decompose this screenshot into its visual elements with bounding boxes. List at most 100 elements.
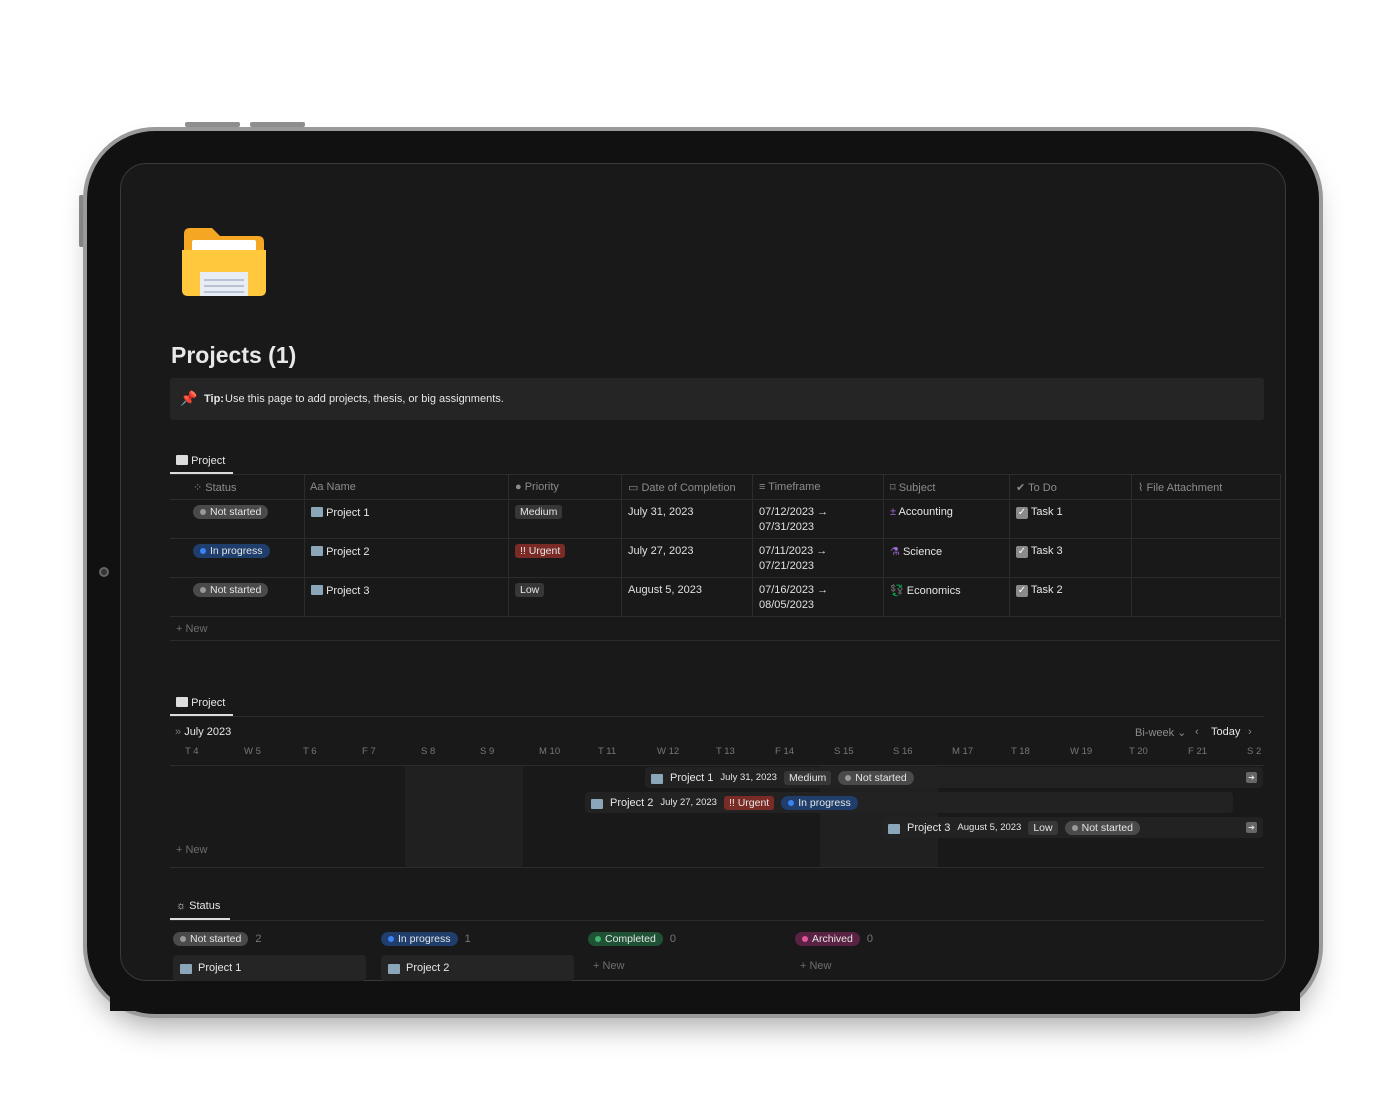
board-card[interactable]: Project 2 (381, 955, 574, 981)
status-badge[interactable]: In progress (193, 544, 270, 558)
table-row-name[interactable]: Project 1 (311, 506, 369, 519)
day-label: S 8 (421, 746, 436, 757)
scale-dropdown[interactable]: Bi-week ⌄ (1135, 726, 1186, 739)
weekend-shade (405, 765, 523, 867)
today-button[interactable]: Today (1211, 726, 1240, 738)
timeline-bar[interactable]: Project 2 July 27, 2023!! Urgent In progre… (585, 792, 1233, 813)
folder-icon (311, 507, 323, 517)
column-header-todo[interactable]: ✔ To Do (1016, 481, 1057, 494)
folder-icon (180, 964, 192, 974)
new-timeline-item-button[interactable]: + New (176, 844, 208, 856)
day-label: W 12 (657, 746, 680, 757)
pushpin-icon: 📌 (180, 390, 198, 406)
folder-icon (311, 546, 323, 556)
day-label: S 16 (893, 746, 913, 757)
todo-link[interactable]: ✓ Task 3 (1016, 545, 1063, 558)
checkbox-icon: ✓ (1016, 546, 1028, 558)
checkbox-icon: ✓ (1016, 507, 1028, 519)
day-label: F 21 (1188, 746, 1208, 757)
status-icon: ☼ (176, 900, 187, 912)
timeframe-end: 07/31/2023 (759, 521, 815, 533)
table-tab[interactable]: Project (176, 454, 225, 467)
day-label: T 13 (716, 746, 735, 757)
timeframe-end: 07/21/2023 (759, 560, 815, 572)
subject-link[interactable]: 💱 Economics (890, 584, 961, 597)
folder-icon (176, 697, 188, 707)
next-icon[interactable]: › (1248, 726, 1252, 738)
column-header-file[interactable]: ⌇ File Attachment (1138, 481, 1222, 494)
column-header-name[interactable]: Aa Name (310, 481, 356, 493)
divider (170, 538, 1280, 539)
timeframe-start: 07/11/2023 → (759, 545, 828, 557)
timeframe-end: 08/05/2023 (759, 599, 815, 611)
date-cell: August 5, 2023 (628, 584, 703, 596)
day-label: W 5 (244, 746, 261, 757)
folder-icon (651, 773, 663, 784)
timeline-tab[interactable]: Project (176, 696, 225, 709)
board-card[interactable]: Project 1 (173, 955, 366, 981)
open-arrow-icon: ➔ (1246, 822, 1257, 833)
new-card-button[interactable]: + New (593, 960, 625, 972)
bezel-bottom (110, 981, 1300, 1011)
folder-icon (311, 585, 323, 595)
new-row-button[interactable]: + New (176, 623, 208, 635)
day-label: T 18 (1011, 746, 1030, 757)
tip-label: Tip: (204, 393, 224, 405)
folder-icon (388, 964, 400, 974)
subject-link[interactable]: ⚗ Science (890, 545, 942, 558)
camera (99, 567, 109, 577)
divider (170, 640, 1280, 641)
board-group-header[interactable]: In progress 1 (381, 932, 471, 946)
day-label: T 6 (303, 746, 317, 757)
status-badge[interactable]: Not started (193, 505, 269, 519)
divider (170, 616, 1280, 617)
table-row-name[interactable]: Project 3 (311, 584, 369, 597)
prev-icon[interactable]: ‹ (1195, 726, 1199, 738)
divider (170, 499, 1280, 500)
priority-tag: Low (515, 583, 545, 597)
day-label: T 4 (185, 746, 199, 757)
folder-icon (176, 455, 188, 465)
status-badge[interactable]: Not started (193, 583, 269, 597)
folder-icon (888, 823, 900, 834)
tip-text: Use this page to add projects, thesis, o… (225, 393, 504, 405)
folder-icon (591, 798, 603, 809)
subject-link[interactable]: ± Accounting (890, 506, 953, 518)
day-label: T 11 (598, 746, 617, 757)
divider (170, 474, 1280, 475)
day-label: W 19 (1070, 746, 1093, 757)
date-cell: July 27, 2023 (628, 545, 694, 557)
priority-tag: !! Urgent (515, 544, 566, 558)
day-label: S 15 (834, 746, 854, 757)
board-group-header[interactable]: Archived 0 (795, 932, 873, 946)
todo-link[interactable]: ✓ Task 1 (1016, 506, 1063, 519)
date-cell: July 31, 2023 (628, 506, 694, 518)
table-row-name[interactable]: Project 2 (311, 545, 369, 558)
screen (120, 163, 1286, 981)
column-header-subject[interactable]: ⌑ Subject (890, 481, 935, 494)
board-tab[interactable]: ☼ Status (176, 900, 220, 912)
day-label: F 14 (775, 746, 795, 757)
divider (170, 577, 1280, 578)
board-group-header[interactable]: Not started 2 (173, 932, 262, 946)
new-card-button[interactable]: + New (800, 960, 832, 972)
board-group-header[interactable]: Completed 0 (588, 932, 676, 946)
page-title: Projects (1) (171, 342, 297, 368)
column-header-timeframe[interactable]: ≡ Timeframe (759, 481, 820, 493)
expand-icon: » (175, 726, 182, 738)
folder-icon (182, 226, 266, 298)
column-header-status[interactable]: ⁘ Status (193, 481, 236, 494)
timeline-bar[interactable]: Project 1 July 31, 2023 Medium Not started … (645, 767, 1263, 788)
column-header-priority[interactable]: ● Priority (515, 481, 559, 493)
timeline-bar[interactable]: Project 3 August 5, 2023 Low Not started ➔ (882, 817, 1263, 838)
timeframe-start: 07/12/2023 → (759, 506, 829, 518)
open-arrow-icon: ➔ (1246, 772, 1257, 783)
todo-link[interactable]: ✓ Task 2 (1016, 584, 1063, 597)
day-label: S 2 (1247, 746, 1262, 757)
day-label: M 10 (539, 746, 561, 757)
day-label: S 9 (480, 746, 495, 757)
priority-tag: Medium (515, 505, 563, 519)
flask-icon: ⚗ (890, 546, 900, 558)
column-header-date[interactable]: ▭ Date of Completion (628, 481, 736, 494)
money-icon: 💱 (890, 585, 904, 597)
